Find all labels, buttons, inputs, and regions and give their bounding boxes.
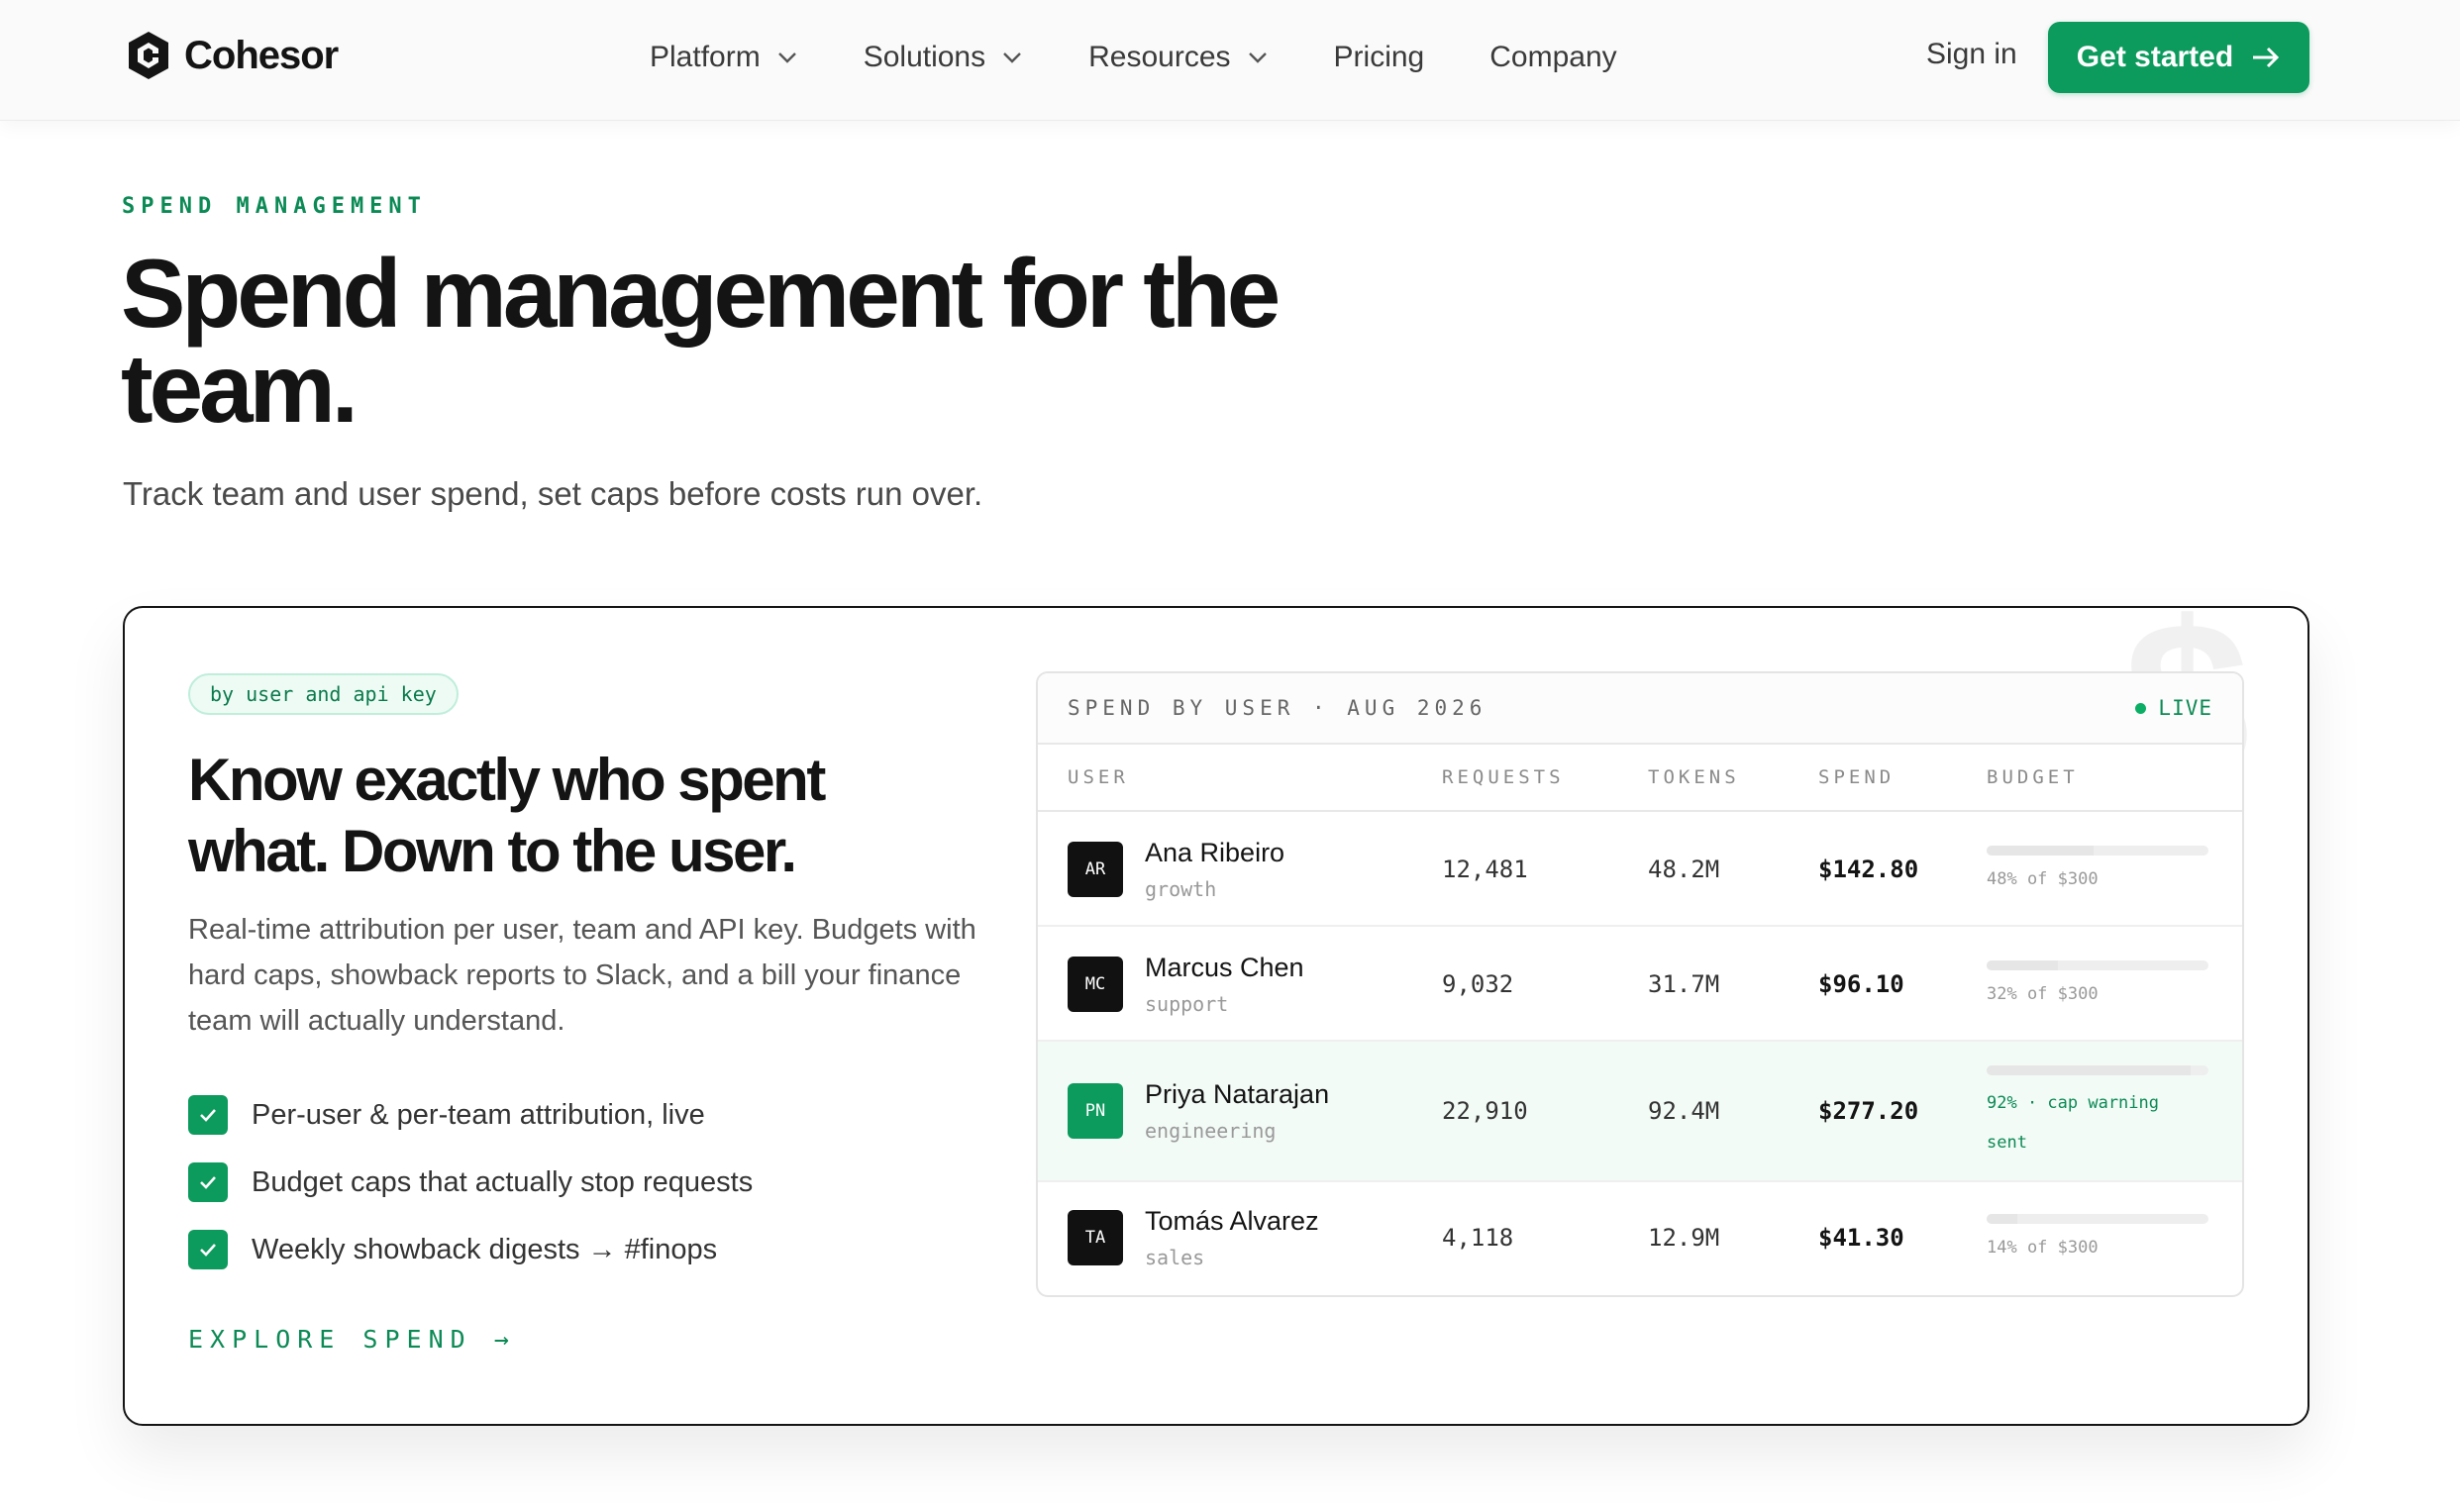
spend-feature-card: $ by user and api key Know exactly who s… [123,606,2309,1426]
live-label: LIVE [2158,696,2212,720]
table-title: SPEND BY USER · AUG 2026 [1068,696,1487,720]
feature-tag: by user and api key [188,673,459,715]
column-header-budget: BUDGET [1987,766,2079,788]
checklist-text: Per-user & per-team attribution, live [252,1098,705,1131]
column-header-tokens: TOKENS [1648,766,1740,788]
checklist-text: Budget caps that actually stop requests [252,1165,754,1198]
tokens-value: 92.4M [1648,1097,1720,1125]
menu-item-solutions[interactable]: Solutions [864,41,1023,74]
menu-item-label: Company [1489,41,1617,73]
budget-bar-fill [1987,1065,2192,1075]
avatar: PN [1068,1083,1123,1139]
spend-by-user-table: SPEND BY USER · AUG 2026 LIVE USER REQUE… [1036,671,2244,1297]
checklist-text: Weekly showback digests → #finops [252,1233,718,1265]
user-name: Tomás Alvarez [1145,1206,1319,1236]
budget-bar [1987,1214,2208,1224]
checklist-item: Budget caps that actually stop requests [188,1149,753,1216]
spend-value: $96.10 [1818,970,1904,998]
budget-bar [1987,846,2208,856]
menu-item-pricing[interactable]: Pricing [1334,41,1425,74]
avatar: TA [1068,1210,1123,1265]
budget-note: 48% of $300 [1987,869,2099,889]
arrow-right-icon [2253,47,2280,68]
requests-value: 9,032 [1442,970,1514,998]
chevron-down-icon [777,52,796,63]
top-navigation: Cohesor Platform Solutions Resources Pri… [0,0,2460,121]
check-icon [188,1230,228,1269]
column-header-user: USER [1068,766,1129,788]
feature-description: Real-time attribution per user, team and… [188,914,976,1037]
check-icon [188,1095,228,1135]
tokens-value: 31.7M [1648,970,1720,998]
page-subtitle: Track team and user spend, set caps befo… [123,475,983,512]
section-eyebrow: SPEND MANAGEMENT [122,194,427,219]
brand-name: Cohesor [184,33,339,77]
checklist-item: Per-user & per-team attribution, live [188,1081,753,1149]
budget-bar-fill [1987,1214,2018,1224]
column-header-requests: REQUESTS [1442,766,1565,788]
spend-value: $142.80 [1818,856,1919,883]
sign-in-link[interactable]: Sign in [1926,38,2017,71]
user-name: Ana Ribeiro [1145,838,1285,867]
table-row[interactable]: AR Ana Ribeiro growth 12,481 48.2M $142.… [1038,812,2242,927]
budget-cap-warning: 92% · cap warning sent [1987,1093,2159,1153]
table-row[interactable]: MC Marcus Chen support 9,032 31.7M $96.1… [1038,927,2242,1042]
hexagon-c-logo-icon [129,32,168,79]
explore-spend-link[interactable]: EXPLORE SPEND → [188,1325,516,1354]
check-icon [188,1162,228,1202]
requests-value: 22,910 [1442,1097,1528,1125]
avatar: AR [1068,842,1123,897]
budget-bar [1987,960,2208,970]
spend-value: $277.20 [1818,1097,1919,1125]
menu-item-resources[interactable]: Resources [1088,41,1268,74]
table-row[interactable]: PN Priya Natarajan engineering 22,910 92… [1038,1042,2242,1182]
budget-bar-fill [1987,960,2058,970]
user-team: sales [1145,1246,1205,1269]
budget-bar-fill [1987,846,2094,856]
budget-note: 32% of $300 [1987,984,2099,1004]
table-column-headers: USER REQUESTS TOKENS SPEND BUDGET [1038,745,2242,812]
tokens-value: 48.2M [1648,856,1720,883]
menu-item-company[interactable]: Company [1489,41,1616,74]
feature-title: Know exactly who spent what. Down to the… [188,747,826,884]
user-name: Marcus Chen [1145,953,1304,982]
menu-item-label: Platform [650,41,761,73]
table-row[interactable]: TA Tomás Alvarez sales 4,118 12.9M $41.3… [1038,1182,2242,1295]
feature-checklist: Per-user & per-team attribution, live Bu… [188,1081,753,1283]
user-team: support [1145,992,1229,1016]
user-team: growth [1145,877,1217,901]
main-menu: Platform Solutions Resources Pricing Com… [650,0,1683,115]
brand-logo[interactable]: Cohesor [127,30,339,81]
budget-note: 14% of $300 [1987,1238,2099,1258]
menu-item-label: Solutions [863,41,986,73]
user-team: engineering [1145,1119,1277,1143]
live-dot-icon [2135,702,2147,714]
tokens-value: 12.9M [1648,1224,1720,1252]
get-started-label: Get started [2076,41,2234,73]
requests-value: 12,481 [1442,856,1528,883]
menu-item-label: Pricing [1333,41,1425,73]
page-title: Spend management for the team. [121,239,1281,443]
get-started-button[interactable]: Get started [2048,22,2309,93]
chevron-down-icon [1248,52,1267,63]
menu-item-label: Resources [1088,41,1231,73]
chevron-down-icon [1003,52,1021,63]
requests-value: 4,118 [1442,1224,1514,1252]
checklist-item: Weekly showback digests → #finops [188,1216,753,1283]
avatar: MC [1068,957,1123,1012]
column-header-spend: SPEND [1818,766,1896,788]
budget-bar [1987,1065,2208,1075]
live-status-badge: LIVE [2135,696,2212,720]
table-header: SPEND BY USER · AUG 2026 LIVE [1038,673,2242,745]
user-name: Priya Natarajan [1145,1079,1330,1109]
spend-value: $41.30 [1818,1224,1904,1252]
menu-item-platform[interactable]: Platform [650,41,798,74]
